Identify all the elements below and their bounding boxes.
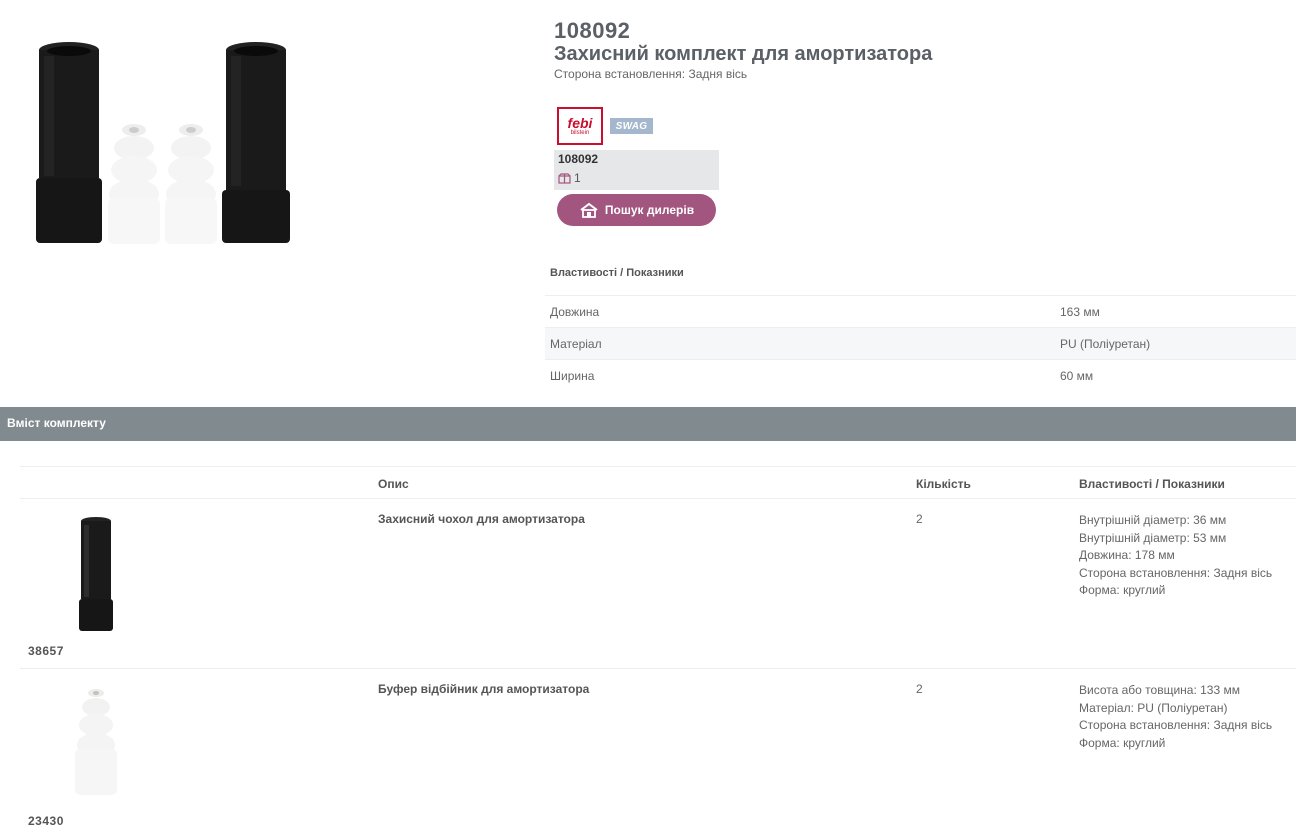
kit-item-article[interactable]: 23430: [28, 814, 64, 828]
package-icon: [558, 172, 571, 184]
product-subtitle: Сторона встановлення: Задня вісь: [554, 67, 748, 81]
kit-item-attr: Форма: круглий: [1079, 735, 1166, 750]
kit-item-image[interactable]: [60, 513, 130, 633]
swag-logo[interactable]: SWAG: [610, 118, 653, 134]
dealer-search-button[interactable]: Пошук дилерів: [557, 194, 716, 226]
property-name: Матеріал: [550, 336, 602, 351]
col-header-qty: Кількість: [916, 477, 971, 491]
property-row: Ширина 60 мм: [545, 359, 1296, 391]
property-row: Матеріал PU (Поліуретан): [545, 327, 1296, 359]
product-number: 108092: [554, 18, 631, 43]
product-title: Захисний комплект для амортизатора: [554, 43, 933, 65]
kit-contents-bar: Вміст комплекту: [0, 407, 1296, 441]
kit-item-attr: Сторона встановлення: Задня вісь: [1079, 565, 1273, 580]
property-name: Довжина: [550, 304, 600, 319]
kit-item-attr: Внутрішній діаметр: 36 мм: [1079, 513, 1227, 527]
kit-item-attrs: Внутрішній діаметр: 36 мм Внутрішній діа…: [1079, 512, 1272, 600]
kit-item-attr: Довжина: 178 мм: [1079, 548, 1175, 562]
kit-item-desc: Захисний чохол для амортизатора: [378, 512, 585, 526]
properties-heading: Властивості / Показники: [550, 267, 684, 279]
package-qty: 1: [558, 171, 715, 185]
col-header-props: Властивості / Показники: [1079, 477, 1225, 491]
febi-logo-subtext: bilstein: [570, 130, 590, 136]
kit-item-attr: Внутрішній діаметр: 53 мм: [1079, 530, 1227, 545]
kit-item-attr: Форма: круглий: [1079, 583, 1166, 597]
table-row[interactable]: 23430 Буфер відбійник для амортизатора 2…: [20, 669, 1296, 836]
kit-table-header: Опис Кількість Властивості / Показники: [20, 466, 1296, 499]
kit-item-attr: Матеріал: PU (Поліуретан): [1079, 700, 1228, 715]
kit-item-image[interactable]: [60, 683, 130, 803]
kit-item-qty: 2: [916, 682, 923, 696]
product-image: [36, 42, 290, 244]
article-number: 108092: [558, 152, 599, 166]
dealer-search-label: Пошук дилерів: [604, 203, 695, 217]
febi-logo[interactable]: febi bilstein: [557, 107, 603, 145]
article-qty-box: 108092 1: [554, 150, 719, 190]
table-row[interactable]: 38657 Захисний чохол для амортизатора 2 …: [20, 499, 1296, 669]
kit-item-attr: Сторона встановлення: Задня вісь: [1079, 718, 1273, 732]
kit-item-article[interactable]: 38657: [28, 644, 64, 658]
property-name: Ширина: [550, 368, 595, 383]
febi-logo-text: febi: [567, 115, 593, 131]
home-shop-icon: [580, 202, 598, 218]
kit-table: Опис Кількість Властивості / Показники 3…: [20, 466, 1296, 836]
property-value: PU (Поліуретан): [1060, 336, 1151, 351]
kit-item-qty: 2: [916, 512, 923, 526]
property-value: 163 мм: [1060, 304, 1100, 319]
kit-item-attr: Висота або товщина: 133 мм: [1079, 683, 1240, 697]
property-row: Довжина 163 мм: [545, 295, 1296, 327]
kit-item-desc: Буфер відбійник для амортизатора: [378, 682, 590, 696]
property-value: 60 мм: [1060, 368, 1094, 383]
col-header-desc: Опис: [378, 477, 409, 491]
kit-item-attrs: Висота або товщина: 133 мм Матеріал: PU …: [1079, 682, 1272, 752]
properties-table: Довжина 163 мм Матеріал PU (Поліуретан) …: [545, 295, 1296, 391]
package-qty-value: 1: [574, 171, 581, 185]
